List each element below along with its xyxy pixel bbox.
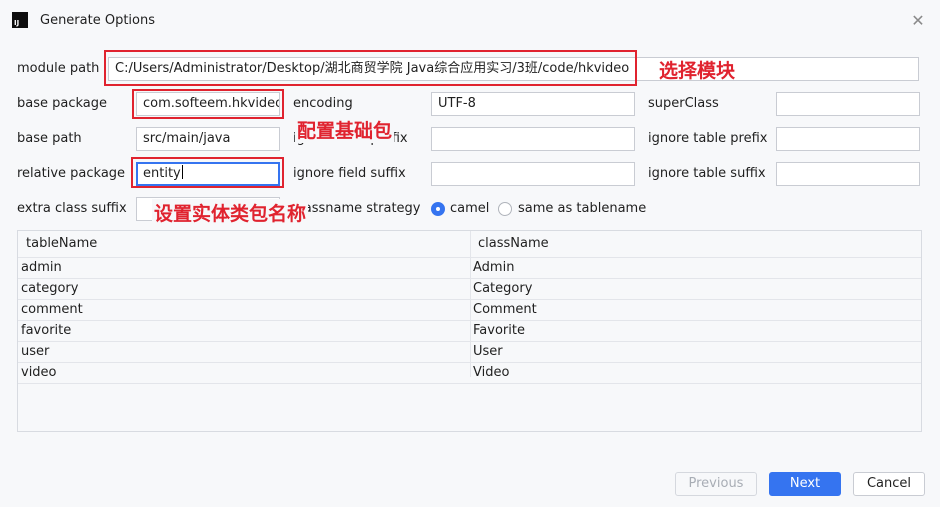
ignore-table-prefix-label: ignore table prefix [648,131,768,146]
base-path-label: base path [17,131,82,146]
text-caret [181,165,183,179]
base-package-field[interactable]: com.softeem.hkvideo [136,92,280,116]
module-path-field[interactable]: C:/Users/Administrator/Desktop/湖北商贸学院 Ja… [108,57,919,81]
relative-package-field[interactable]: entity [136,162,280,186]
app-icon: IJ [12,12,28,28]
table-row[interactable]: admin Admin [18,257,921,279]
table-cell-classname[interactable]: User [473,344,503,359]
next-button[interactable]: Next [769,472,841,496]
superclass-label: superClass [648,96,719,111]
set-entity-package-annotation: 设置实体类包名称 [152,199,309,226]
table-cell-classname[interactable]: Category [473,281,532,296]
ignore-table-suffix-label: ignore table suffix [648,166,766,181]
classname-strategy-label: classname strategy [293,201,421,216]
close-icon[interactable]: ✕ [909,12,927,30]
table-row[interactable]: video Video [18,362,921,384]
same-as-tablename-option-label[interactable]: same as tablename [518,201,646,216]
config-base-package-annotation: 配置基础包 [295,116,395,143]
column-header-classname[interactable]: className [478,236,549,251]
encoding-label: encoding [293,96,353,111]
previous-button[interactable]: Previous [675,472,757,496]
table-cell-classname[interactable]: Admin [473,260,514,275]
extra-class-suffix-label: extra class suffix [17,201,127,216]
table-cell-tablename: video [21,365,57,380]
table-cell-classname[interactable]: Favorite [473,323,525,338]
ignore-field-suffix-label: ignore field suffix [293,166,406,181]
ignore-table-suffix-field[interactable] [776,162,920,186]
table-cell-tablename: comment [21,302,83,317]
table-cell-tablename: admin [21,260,62,275]
dialog-title: Generate Options [40,13,156,28]
table-cell-tablename: user [21,344,50,359]
select-module-annotation: 选择模块 [659,60,736,82]
base-package-label: base package [17,96,108,111]
base-path-field[interactable]: src/main/java [136,127,280,151]
table-cell-classname[interactable]: Comment [473,302,537,317]
table-cell-classname[interactable]: Video [473,365,509,380]
superclass-field[interactable] [776,92,920,116]
relative-package-label: relative package [17,166,126,181]
ignore-field-prefix-field[interactable] [431,127,635,151]
module-path-label: module path [17,61,100,76]
table-row[interactable]: user User [18,341,921,363]
table-cell-tablename: category [21,281,79,296]
column-header-tablename[interactable]: tableName [26,236,97,251]
table-row[interactable]: comment Comment [18,299,921,321]
camel-radio[interactable] [431,202,445,216]
ignore-field-suffix-field[interactable] [431,162,635,186]
same-as-tablename-radio[interactable] [498,202,512,216]
table-row[interactable]: favorite Favorite [18,320,921,342]
table-cell-tablename: favorite [21,323,72,338]
camel-option-label[interactable]: camel [450,201,489,216]
table-row[interactable]: category Category [18,278,921,300]
ignore-table-prefix-field[interactable] [776,127,920,151]
encoding-field[interactable]: UTF-8 [431,92,635,116]
table-mapping: tableName className admin Admin category… [17,230,922,432]
cancel-button[interactable]: Cancel [853,472,925,496]
